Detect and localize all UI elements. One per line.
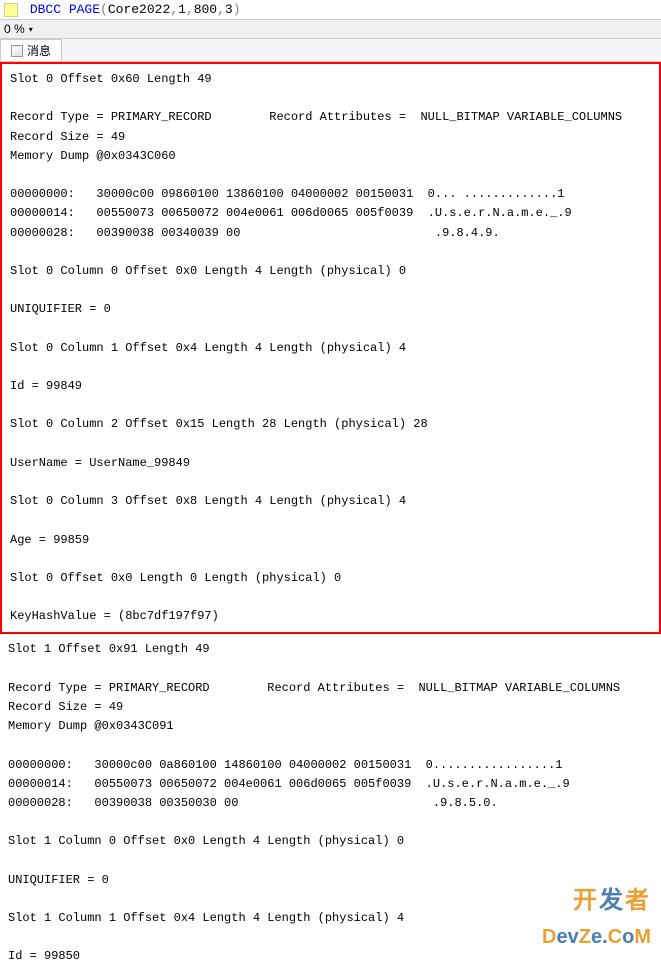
slot1-uniquifier: UNIQUIFIER = 0	[8, 873, 109, 887]
slot0-memory-dump: Memory Dump @0x0343C060	[10, 149, 176, 163]
paren-open: (	[100, 2, 108, 17]
slot-1-record: Slot 1 Offset 0x91 Length 49 Record Type…	[0, 634, 661, 972]
slot0-hex-row: 00000014: 00550073 00650072 004e0061 006…	[10, 206, 572, 220]
slot0-keyhash: KeyHashValue = (8bc7df197f97)	[10, 609, 219, 623]
slot1-memory-dump: Memory Dump @0x0343C091	[8, 719, 174, 733]
slot0-col4: Slot 0 Offset 0x0 Length 0 Length (physi…	[10, 571, 341, 585]
slot0-col0: Slot 0 Column 0 Offset 0x0 Length 4 Leng…	[10, 264, 406, 278]
slot0-col3: Slot 0 Column 3 Offset 0x8 Length 4 Leng…	[10, 494, 406, 508]
paren-close: )	[233, 2, 241, 17]
slot1-record-size: Record Size = 49	[8, 700, 123, 714]
slot0-hex-row: 00000028: 00390038 00340039 00 .9.8.4.9.	[10, 226, 500, 240]
slot0-record-type: Record Type = PRIMARY_RECORD Record Attr…	[10, 110, 622, 124]
slot0-header: Slot 0 Offset 0x60 Length 49	[10, 72, 212, 86]
sql-editor-line[interactable]: DBCC PAGE(Core2022,1,800,3)	[0, 0, 661, 20]
slot1-hex-row: 00000028: 00390038 00350030 00 .9.8.5.0.	[8, 796, 498, 810]
slot1-header: Slot 1 Offset 0x91 Length 49	[8, 642, 210, 656]
sql-arg-pageno: 800	[194, 2, 217, 17]
progress-percent: 0 %	[4, 22, 25, 36]
status-bar: 0 % ▾	[0, 20, 661, 39]
tab-messages[interactable]: 消息	[0, 39, 62, 61]
slot0-uniquifier: UNIQUIFIER = 0	[10, 302, 111, 316]
slot0-hex-row: 00000000: 30000c00 09860100 13860100 040…	[10, 187, 565, 201]
sql-arg-db: Core2022	[108, 2, 170, 17]
sql-arg-fileno: 1	[178, 2, 186, 17]
slot1-id: Id = 99850	[8, 949, 80, 963]
slot1-hex-row: 00000014: 00550073 00650072 004e0061 006…	[8, 777, 570, 791]
message-tab-icon	[11, 45, 23, 57]
slot0-age: Age = 99859	[10, 533, 89, 547]
slot0-col2: Slot 0 Column 2 Offset 0x15 Length 28 Le…	[10, 417, 428, 431]
tab-label: 消息	[27, 42, 51, 59]
slot1-col0: Slot 1 Column 0 Offset 0x0 Length 4 Leng…	[8, 834, 404, 848]
line-marker-icon	[4, 3, 18, 17]
slot0-id: Id = 99849	[10, 379, 82, 393]
slot0-record-size: Record Size = 49	[10, 130, 125, 144]
sql-keyword: DBCC PAGE	[30, 2, 100, 17]
slot0-username: UserName = UserName_99849	[10, 456, 190, 470]
dropdown-arrow-icon[interactable]: ▾	[29, 25, 33, 34]
slot1-col1: Slot 1 Column 1 Offset 0x4 Length 4 Leng…	[8, 911, 404, 925]
slot1-record-type: Record Type = PRIMARY_RECORD Record Attr…	[8, 681, 620, 695]
output-content[interactable]: Slot 0 Offset 0x60 Length 49 Record Type…	[0, 62, 661, 973]
sql-arg-opt: 3	[225, 2, 233, 17]
tab-bar: 消息	[0, 39, 661, 62]
slot1-hex-row: 00000000: 30000c00 0a860100 14860100 040…	[8, 758, 563, 772]
slot-0-record: Slot 0 Offset 0x60 Length 49 Record Type…	[0, 62, 661, 634]
slot0-col1: Slot 0 Column 1 Offset 0x4 Length 4 Leng…	[10, 341, 406, 355]
